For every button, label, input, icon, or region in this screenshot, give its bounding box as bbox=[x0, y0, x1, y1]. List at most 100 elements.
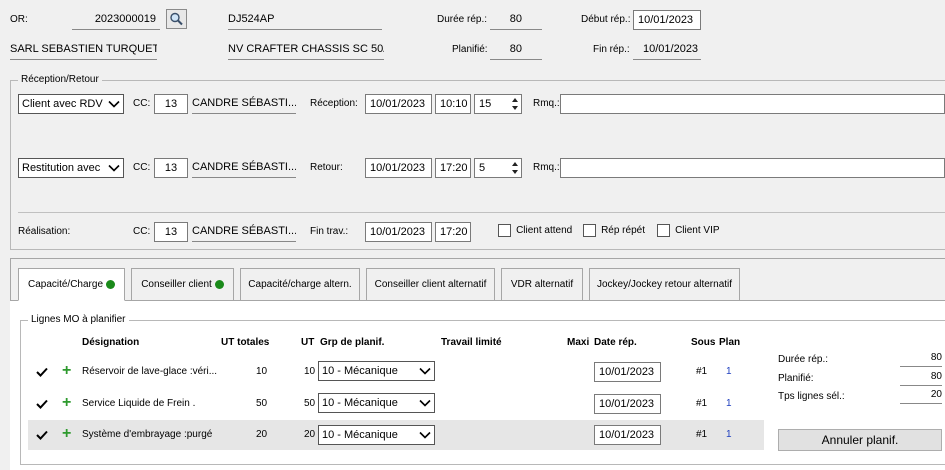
fin-trav-time-field[interactable]: 17:20 bbox=[435, 222, 471, 242]
reception-duration-value: 15 bbox=[479, 98, 492, 110]
check-icon bbox=[36, 430, 48, 440]
summary-tps-label: Tps lignes sél.: bbox=[778, 391, 845, 402]
reception-type-select[interactable]: Client avec RDV bbox=[18, 94, 124, 114]
lignes-mo-legend: Lignes MO à planifier bbox=[28, 314, 129, 325]
realisation-label: Réalisation: bbox=[18, 226, 71, 237]
retour-date-field[interactable]: 10/01/2023 bbox=[365, 158, 432, 178]
rep-repet-checkbox[interactable]: Rép répét bbox=[583, 224, 645, 237]
tab-label: VDR alternatif bbox=[510, 279, 574, 290]
spinner-arrows-icon[interactable] bbox=[511, 160, 519, 176]
cc-label: CC: bbox=[133, 98, 151, 109]
tab-label: Conseiller client alternatif bbox=[374, 279, 487, 290]
client-attend-label: Client attend bbox=[516, 225, 573, 236]
rep-repet-label: Rép répét bbox=[601, 225, 645, 236]
client-vip-checkbox[interactable]: Client VIP bbox=[657, 224, 720, 237]
or-number: 2023000019 bbox=[72, 10, 160, 30]
duree-rep-label: Durée rép.: bbox=[437, 14, 488, 25]
grp-planif-select[interactable]: 10 - Mécanique bbox=[318, 361, 435, 381]
tab-conseiller-client[interactable]: Conseiller client bbox=[131, 268, 234, 301]
table-row-selected[interactable]: + Système d'embrayage :purgé 20 20 10 - … bbox=[28, 420, 764, 450]
cc-name: CANDRE SÉBASTI... bbox=[192, 222, 296, 242]
row-sous: #1 bbox=[696, 366, 708, 377]
fin-trav-label: Fin trav.: bbox=[310, 226, 349, 237]
cc-field[interactable]: 13 bbox=[154, 158, 188, 178]
checkbox-box[interactable] bbox=[657, 224, 670, 237]
grp-planif-value: 10 - Mécanique bbox=[322, 365, 398, 377]
rmq-retour-field[interactable] bbox=[560, 158, 945, 178]
grp-planif-value: 10 - Mécanique bbox=[322, 429, 398, 441]
duree-rep-value: 80 bbox=[490, 10, 542, 30]
col-grp-planif: Grp de planif. bbox=[320, 337, 385, 348]
tab-label: Capacité/Charge bbox=[27, 279, 104, 290]
vehicle-plate: DJ524AP bbox=[228, 10, 382, 30]
table-row[interactable]: + Service Liquide de Frein . 50 50 10 - … bbox=[28, 389, 764, 419]
client-attend-checkbox[interactable]: Client attend bbox=[498, 224, 572, 237]
cc-field[interactable]: 13 bbox=[154, 222, 188, 242]
tab-capacite-charge[interactable]: Capacité/Charge bbox=[18, 268, 125, 301]
plus-icon[interactable]: + bbox=[62, 363, 71, 379]
row-plan[interactable]: 1 bbox=[726, 366, 732, 377]
row-ut: 50 bbox=[304, 398, 316, 409]
col-designation: Désignation bbox=[82, 337, 140, 348]
checkbox-box[interactable] bbox=[583, 224, 596, 237]
fin-trav-date-field[interactable]: 10/01/2023 bbox=[365, 222, 432, 242]
row-ut: 20 bbox=[304, 429, 316, 440]
row-ut-totales: 20 bbox=[256, 429, 268, 440]
tab-conseiller-client-alternatif[interactable]: Conseiller client alternatif bbox=[366, 268, 495, 301]
reception-duration-spinner[interactable]: 15 bbox=[474, 94, 522, 114]
retour-time-field[interactable]: 17:20 bbox=[435, 158, 471, 178]
grp-planif-select[interactable]: 10 - Mécanique bbox=[318, 393, 435, 413]
chevron-down-icon bbox=[108, 164, 120, 172]
table-row[interactable]: + Réservoir de lave-glace :véri... 10 10… bbox=[28, 357, 764, 387]
cc-name: CANDRE SÉBASTI... bbox=[192, 94, 296, 114]
grp-planif-select[interactable]: 10 - Mécanique bbox=[318, 425, 435, 445]
checkbox-box[interactable] bbox=[498, 224, 511, 237]
row-designation: Service Liquide de Frein . bbox=[82, 398, 196, 409]
reception-time-field[interactable]: 10:10 bbox=[435, 94, 471, 114]
row-plan[interactable]: 1 bbox=[726, 429, 732, 440]
reception-retour-legend: Réception/Retour bbox=[18, 74, 102, 85]
planifie-value: 80 bbox=[490, 40, 542, 60]
tab-jockey-alternatif[interactable]: Jockey/Jockey retour alternatif bbox=[589, 268, 740, 301]
retour-duration-value: 5 bbox=[479, 162, 486, 174]
restitution-type-select[interactable]: Restitution avec bbox=[18, 158, 124, 178]
search-button[interactable] bbox=[166, 9, 187, 29]
row-designation: Réservoir de lave-glace :véri... bbox=[82, 366, 218, 377]
summary-tps-value: 20 bbox=[900, 387, 942, 404]
cc-label: CC: bbox=[133, 162, 151, 173]
chevron-down-icon bbox=[419, 431, 431, 439]
chevron-down-icon bbox=[108, 100, 120, 108]
plus-icon[interactable]: + bbox=[62, 395, 71, 411]
rmq-reception-field[interactable] bbox=[560, 94, 945, 114]
row-date-field[interactable]: 10/01/2023 bbox=[594, 394, 661, 414]
row-date-field[interactable]: 10/01/2023 bbox=[594, 425, 661, 445]
tab-label: Jockey/Jockey retour alternatif bbox=[596, 279, 733, 290]
annuler-planif-button[interactable]: Annuler planif. bbox=[778, 429, 942, 451]
debut-rep-label: Début rép.: bbox=[581, 14, 631, 25]
retour-duration-spinner[interactable]: 5 bbox=[474, 158, 522, 178]
summary-duree-value: 80 bbox=[900, 350, 942, 367]
spinner-arrows-icon[interactable] bbox=[511, 96, 519, 112]
summary-duree-label: Durée rép.: bbox=[778, 354, 829, 365]
grp-planif-value: 10 - Mécanique bbox=[322, 397, 398, 409]
col-ut: UT bbox=[301, 337, 315, 348]
planifie-label: Planifié: bbox=[452, 44, 488, 55]
col-maxi: Maxi bbox=[567, 337, 590, 348]
plus-icon[interactable]: + bbox=[62, 426, 71, 442]
row-sous: #1 bbox=[696, 398, 708, 409]
cc-name: CANDRE SÉBASTI... bbox=[192, 158, 296, 178]
tab-capacite-charge-altern[interactable]: Capacité/charge altern. bbox=[240, 268, 360, 301]
row-ut-totales: 10 bbox=[256, 366, 268, 377]
row-ut-totales: 50 bbox=[256, 398, 268, 409]
reception-date-field[interactable]: 10/01/2023 bbox=[365, 94, 432, 114]
tab-vdr-alternatif[interactable]: VDR alternatif bbox=[501, 268, 583, 301]
col-travail-limite: Travail limité bbox=[441, 337, 502, 348]
row-date-field[interactable]: 10/01/2023 bbox=[594, 362, 661, 382]
rmq-label: Rmq.: bbox=[533, 98, 560, 109]
debut-rep-field[interactable]: 10/01/2023 bbox=[633, 10, 701, 30]
search-icon bbox=[170, 12, 183, 26]
row-plan[interactable]: 1 bbox=[726, 398, 732, 409]
cc-label: CC: bbox=[133, 226, 151, 237]
cc-field[interactable]: 13 bbox=[154, 94, 188, 114]
fin-rep-label: Fin rép.: bbox=[593, 44, 630, 55]
